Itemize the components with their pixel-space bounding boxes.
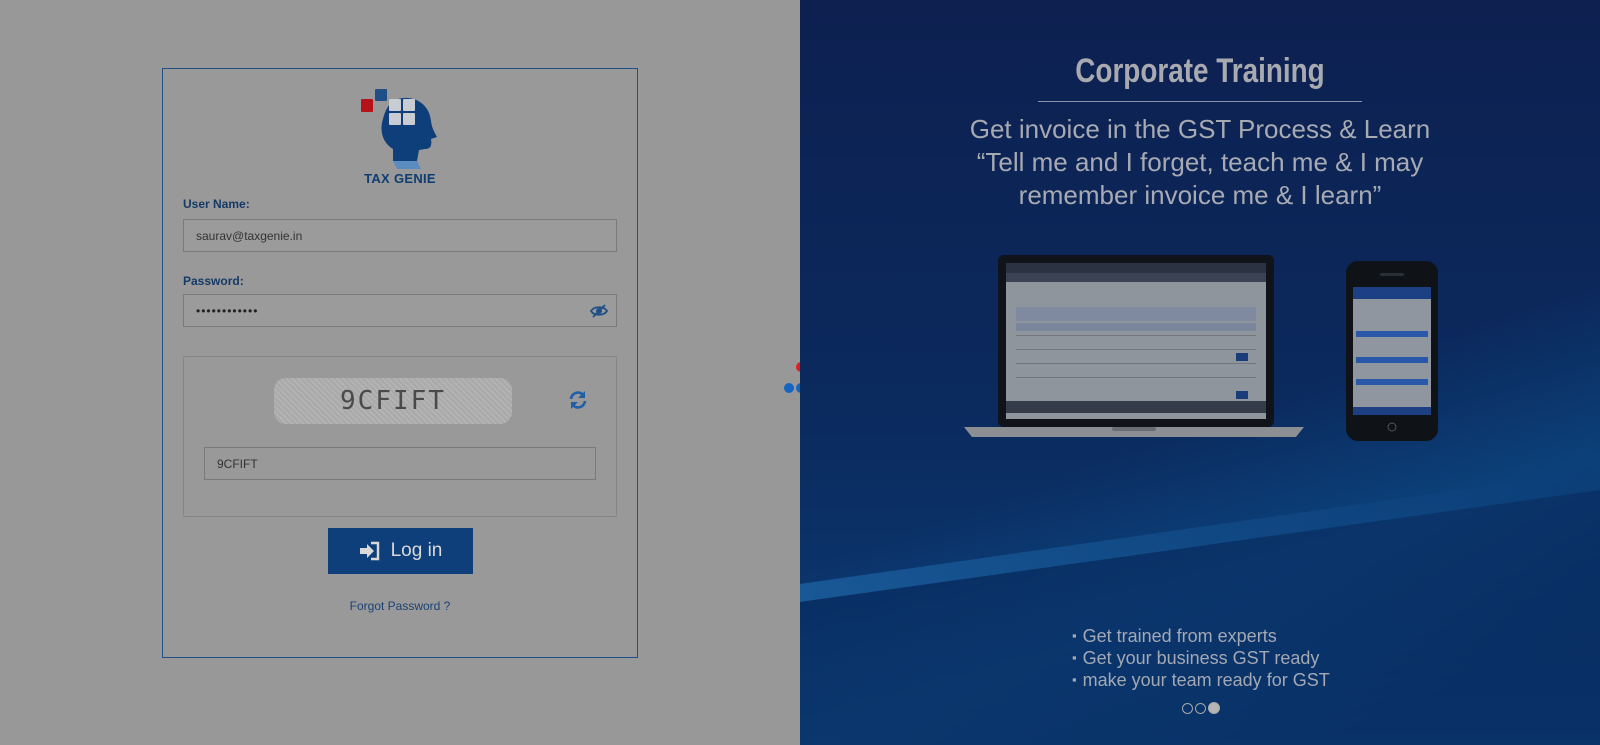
quote-line: remember invoice me & I learn” <box>1018 180 1382 210</box>
login-card: TAX GENIE User Name: saurav@taxgenie.in … <box>162 68 638 658</box>
promo-panel: Corporate Training Get invoice in the GS… <box>800 0 1600 745</box>
eye-toggle-icon[interactable] <box>590 302 608 320</box>
username-label: User Name: <box>183 197 250 211</box>
brand-name: TAX GENIE <box>364 171 436 186</box>
carousel-dot[interactable] <box>1195 703 1206 714</box>
refresh-icon[interactable] <box>568 390 588 410</box>
captcha-input[interactable]: 9CFIFT <box>204 447 596 480</box>
password-input[interactable]: •••••••••••• <box>183 294 617 327</box>
bullet-item: Get trained from experts <box>1072 625 1330 647</box>
captcha-section: 9CFIFT 9CFIFT <box>183 356 617 517</box>
title-divider <box>1038 101 1362 102</box>
username-value: saurav@taxgenie.in <box>196 228 303 243</box>
carousel-dot-active[interactable] <box>1208 702 1220 714</box>
login-button-label: Log in <box>390 540 443 561</box>
promo-bullets: Get trained from experts Get your busine… <box>1072 625 1330 691</box>
bullet-item: Get your business GST ready <box>1072 647 1330 669</box>
quote-line: “Tell me and I forget, teach me & I may <box>976 147 1424 177</box>
captcha-image: 9CFIFT <box>274 378 512 424</box>
carousel-indicators <box>1182 702 1220 714</box>
tax-genie-logo <box>361 89 437 169</box>
carousel-dot[interactable] <box>1182 703 1193 714</box>
password-label: Password: <box>183 274 244 288</box>
login-panel: TAX GENIE User Name: saurav@taxgenie.in … <box>0 0 817 745</box>
loader-dot <box>784 383 794 393</box>
captcha-input-value: 9CFIFT <box>217 456 258 471</box>
sign-in-icon <box>359 541 379 561</box>
quote-line: Get invoice in the GST Process & Learn <box>969 114 1431 144</box>
forgot-password-link[interactable]: Forgot Password ? <box>163 599 637 613</box>
bullet-item: make your team ready for GST <box>1072 669 1330 691</box>
login-button[interactable]: Log in <box>328 528 473 574</box>
promo-title: Corporate Training <box>1075 52 1325 90</box>
promo-quote: Get invoice in the GST Process & Learn “… <box>900 113 1500 212</box>
laptop-illustration <box>964 255 1304 437</box>
password-value: •••••••••••• <box>196 303 259 318</box>
username-input[interactable]: saurav@taxgenie.in <box>183 219 617 252</box>
phone-illustration <box>1346 261 1438 441</box>
